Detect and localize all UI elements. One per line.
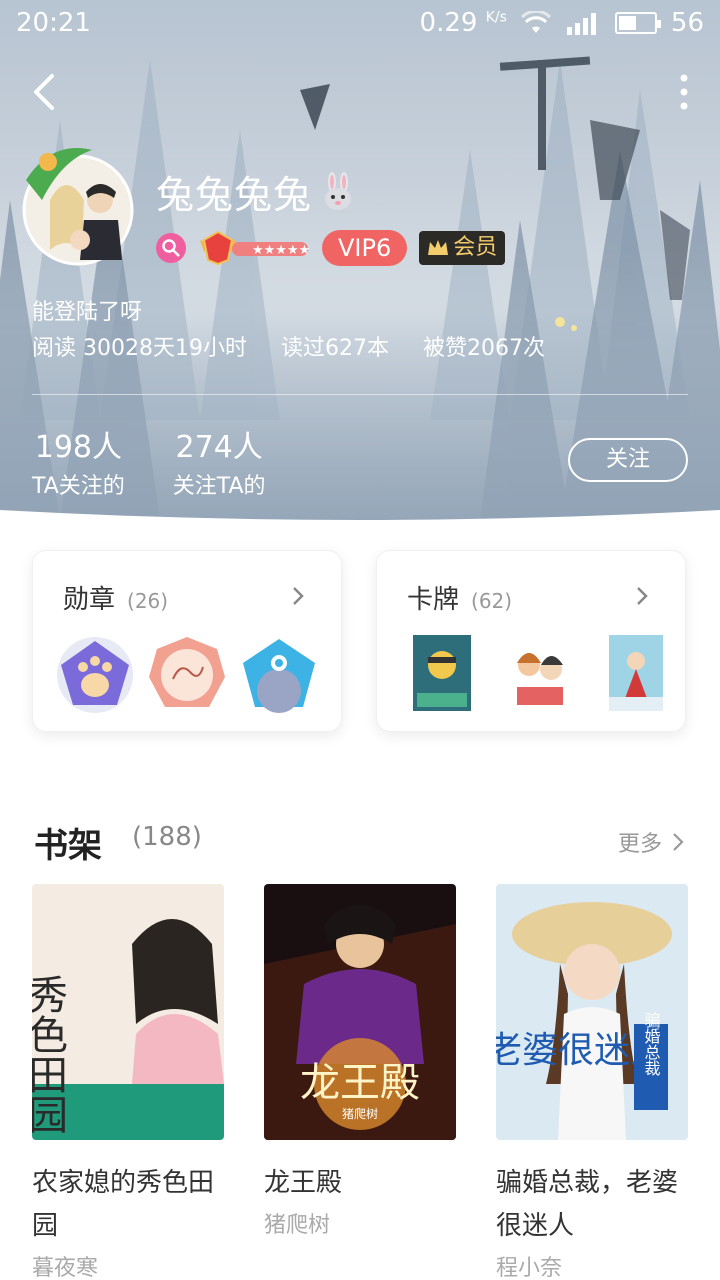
bio: 能登陆了呀 <box>32 300 143 325</box>
badges-list <box>55 635 319 715</box>
cards-title-text: 卡牌 <box>407 585 460 615</box>
back-arrow-icon[interactable] <box>24 70 64 114</box>
network-speed: 0.29 K/s <box>420 8 507 38</box>
book-cover-author: 猪爬树 <box>342 1106 378 1121</box>
follow-button[interactable]: 关注 <box>568 438 688 482</box>
status-time: 20:21 <box>16 8 91 38</box>
shelf-more-link[interactable]: 更多 <box>618 826 684 858</box>
profile-header: 20:21 0.29 K/s 56 兔兔兔兔 ★★★★★ VIP6 会员 能登陆… <box>0 0 720 520</box>
shelf-count: (188) <box>132 822 202 852</box>
follow-stats: 198人 TA关注的 274人 关注TA的 <box>32 422 266 500</box>
wifi-icon <box>520 11 551 33</box>
badges-count: (26) <box>127 589 169 613</box>
header-divider <box>32 394 688 395</box>
book-title: 龙王殿 <box>264 1168 343 1198</box>
badge-row: ★★★★★ VIP6 会员 <box>156 230 506 266</box>
vip-badge[interactable]: VIP6 <box>322 230 408 266</box>
username: 兔兔兔兔 <box>156 164 358 219</box>
cards-count: (62) <box>471 589 513 613</box>
card-thumbnail[interactable] <box>413 635 471 711</box>
network-speed-unit: K/s <box>485 9 507 26</box>
read-time: 阅读 30028天19小时 <box>32 336 247 361</box>
card-thumbnail[interactable] <box>609 635 663 711</box>
book-title: 骗婚总裁，老婆很迷人 <box>496 1168 679 1241</box>
shelf-title: 书架 <box>34 826 102 866</box>
cards-list <box>413 635 663 711</box>
avatar[interactable] <box>22 140 134 266</box>
followers-stat[interactable]: 274人 关注TA的 <box>173 422 266 500</box>
svg-text:★★★★★: ★★★★★ <box>252 243 310 258</box>
battery-level: 56 <box>670 8 704 38</box>
book-item[interactable]: 秀色田园 农家媳的秀色田园 暮夜寒 <box>32 884 224 1280</box>
astronaut-badge-icon[interactable] <box>239 635 319 715</box>
more-options-icon[interactable] <box>678 72 690 112</box>
book-author: 暮夜寒 <box>32 1256 99 1280</box>
member-badge[interactable]: 会员 <box>419 231 506 265</box>
book-author: 程小奈 <box>496 1256 563 1280</box>
book-title: 农家媳的秀色田园 <box>32 1168 215 1241</box>
battery-icon <box>614 12 661 34</box>
signal-icon <box>566 13 596 35</box>
book-cover[interactable]: 老婆很迷人 骗婚总裁 <box>496 884 688 1140</box>
book-cover[interactable]: 秀色田园 <box>32 884 224 1140</box>
shelf-more-label: 更多 <box>617 832 662 857</box>
member-label: 会员 <box>453 235 498 260</box>
followers-count: 274人 <box>175 430 263 465</box>
book-item[interactable]: 龙王殿 猪爬树 龙王殿 猪爬树 <box>264 884 456 1239</box>
search-badge-icon[interactable] <box>156 233 186 263</box>
chevron-right-icon <box>673 833 684 851</box>
chevron-right-icon <box>293 587 304 605</box>
level-badge[interactable]: ★★★★★ <box>198 230 310 266</box>
likes-count: 被赞2067次 <box>422 336 545 361</box>
header-curve <box>0 510 720 520</box>
chevron-right-icon <box>637 587 648 605</box>
badges-card[interactable]: 勋章 (26) <box>32 550 342 732</box>
network-speed-value: 0.29 <box>419 8 478 38</box>
reading-stats: 阅读 30028天19小时 读过627本 被赞2067次 <box>32 330 545 362</box>
cards-card-title: 卡牌 (62) <box>407 579 512 616</box>
book-cover[interactable]: 龙王殿 猪爬树 <box>264 884 456 1140</box>
book-item[interactable]: 老婆很迷人 骗婚总裁 骗婚总裁，老婆很迷人 程小奈 <box>496 884 688 1280</box>
book-cover-title: 秀色田园 <box>32 974 67 1134</box>
book-author: 猪爬树 <box>264 1213 331 1238</box>
badges-card-title: 勋章 (26) <box>63 579 168 616</box>
rabbit-icon <box>325 171 352 210</box>
username-text: 兔兔兔兔 <box>156 173 313 217</box>
book-cover-subtitle: 骗婚总裁 <box>642 1012 661 1077</box>
cards-card[interactable]: 卡牌 (62) <box>376 550 686 732</box>
card-thumbnail[interactable] <box>511 635 569 711</box>
crown-icon <box>428 240 449 255</box>
signature-badge-icon[interactable] <box>147 635 227 715</box>
books-read: 读过627本 <box>280 336 389 361</box>
book-cover-title: 龙王殿 <box>300 1060 420 1106</box>
status-bar: 20:21 0.29 K/s 56 <box>0 0 720 46</box>
following-count: 198人 <box>34 430 123 465</box>
badges-title-text: 勋章 <box>63 585 116 615</box>
following-stat[interactable]: 198人 TA关注的 <box>32 422 125 500</box>
paw-badge-icon[interactable] <box>55 635 135 715</box>
